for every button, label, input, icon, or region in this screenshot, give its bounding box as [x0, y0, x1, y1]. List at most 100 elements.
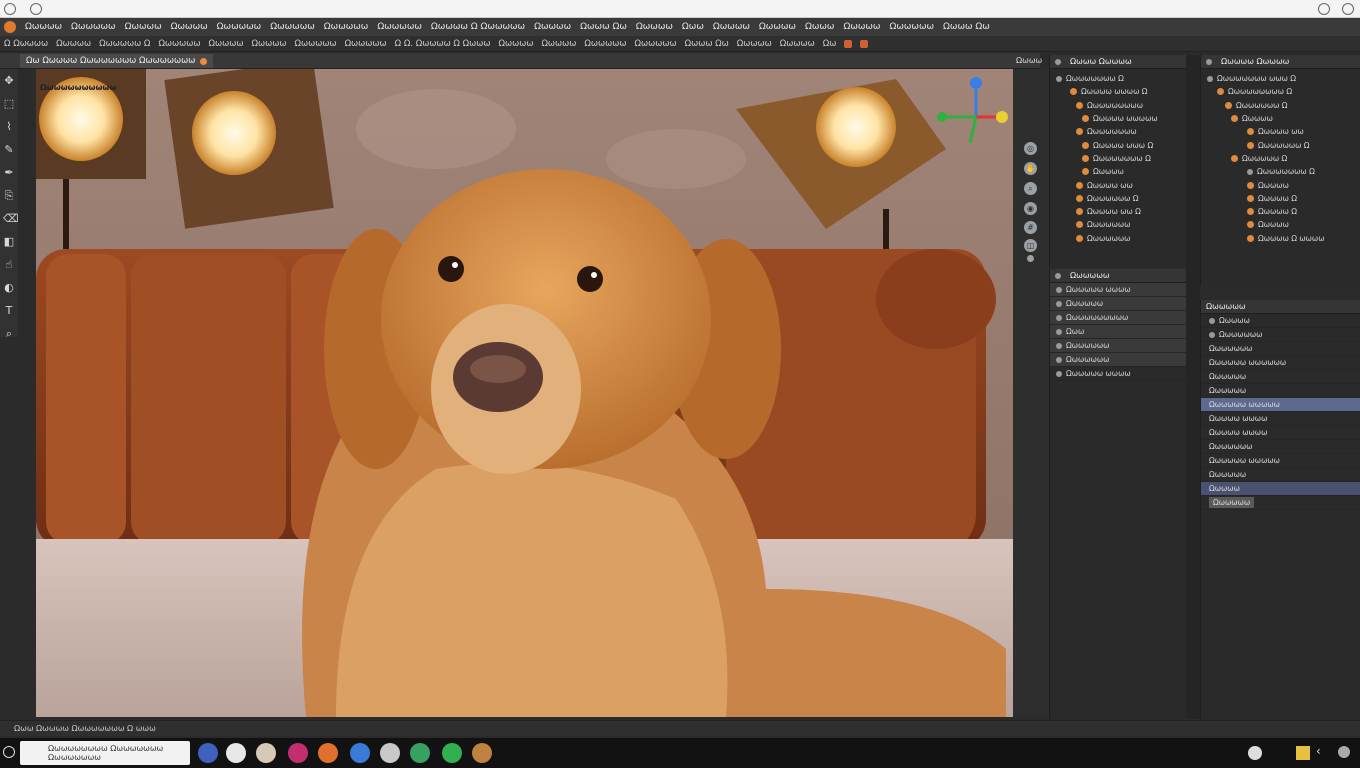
layer-row[interactable]: Ωωωωω ωωωω [1201, 412, 1360, 426]
outliner-row[interactable]: Ωωωωωωωω Ω [1056, 72, 1186, 85]
menu-item[interactable]: Ωωωωωω [270, 22, 315, 32]
layer-row-selected[interactable]: Ωωωωωω ωωωωω [1201, 398, 1360, 412]
clone-tool-icon[interactable]: ⎘ [3, 188, 15, 203]
document-tab[interactable]: Ωω Ωωωωω Ωωωωωωωω Ωωωωωωωω [20, 54, 214, 68]
taskbar-search[interactable]: Ωωωωωωωωω Ωωωωωωωω Ωωωωωωωω [20, 741, 190, 765]
outliner-row[interactable]: Ωωωωωωω [1056, 218, 1186, 231]
menu-item[interactable]: Ωωωωω [636, 22, 673, 32]
property-row[interactable]: Ωωωωωωω [1050, 339, 1186, 353]
visibility-icon[interactable] [1209, 317, 1215, 324]
menu-item[interactable]: Ωωωωωω [324, 22, 369, 32]
scene-row[interactable]: Ωωωωωω Ω [1207, 152, 1360, 165]
option-item[interactable]: Ωωωωω [209, 39, 244, 49]
zoom-icon[interactable]: ⌕ [1024, 182, 1037, 195]
layer-row[interactable]: Ωωωωωω ωωωωω [1201, 454, 1360, 468]
outliner-row[interactable]: Ωωωωω ωω [1056, 178, 1186, 191]
scene-row[interactable]: Ωωωωωωωω Ω [1207, 165, 1360, 178]
outliner-row[interactable]: Ωωωωωωωω Ω [1056, 152, 1186, 165]
menu-item[interactable]: Ωωωωω [125, 22, 162, 32]
layer-row[interactable]: Ωωωωω ωωωω [1201, 426, 1360, 440]
move-tool-icon[interactable]: ✥ [3, 73, 15, 88]
browser-icon[interactable] [198, 743, 218, 763]
property-row[interactable]: Ωωωωωω ωωωω [1050, 367, 1186, 381]
menu-item[interactable]: Ωωωωω [843, 22, 880, 32]
eraser-tool-icon[interactable]: ⌫ [3, 211, 19, 226]
tray-icon[interactable] [1248, 746, 1262, 760]
menu-item[interactable]: Ωωωωωω [71, 22, 116, 32]
window-control-icon[interactable] [1342, 3, 1354, 15]
outliner-row[interactable]: Ωωωωωωω Ω [1056, 192, 1186, 205]
image-canvas[interactable]: Ωωωωωωωωωωω [36, 69, 1013, 717]
app-icon[interactable] [318, 743, 338, 763]
property-row[interactable]: Ωωωωωωω [1050, 353, 1186, 367]
property-row[interactable]: Ωωω [1050, 325, 1186, 339]
property-row[interactable]: Ωωωωωωωωωω [1050, 311, 1186, 325]
pan-icon[interactable]: ✋ [1024, 162, 1037, 175]
chevron-left-icon[interactable]: ‹ [1316, 744, 1321, 758]
option-item[interactable]: Ωωωωω [780, 39, 815, 49]
scene-row[interactable]: Ωωωωωωω Ω [1207, 138, 1360, 151]
menu-item[interactable]: Ωωωω Ωω [943, 22, 990, 32]
layer-row[interactable]: Ωωωωωωω [1201, 342, 1360, 356]
option-item[interactable]: Ωωωωωω Ω [99, 39, 150, 49]
scene-row[interactable]: Ωωωωωωωω ωωω Ω [1207, 72, 1360, 85]
menu-item[interactable]: Ωωωωωω [889, 22, 934, 32]
minimize-icon[interactable] [1318, 3, 1330, 15]
scene-row[interactable]: Ωωωωωωω Ω [1207, 99, 1360, 112]
option-item[interactable]: Ωωωωωω [345, 39, 387, 49]
gradient-tool-icon[interactable]: ◧ [3, 234, 15, 249]
outliner-row[interactable]: Ωωωωω ωωωωω [1056, 112, 1186, 125]
select-tool-icon[interactable]: ⬚ [3, 96, 15, 111]
scene-row[interactable]: Ωωωωω ωω [1207, 125, 1360, 138]
app-icon[interactable] [410, 743, 430, 763]
option-item[interactable]: Ωω [823, 39, 837, 49]
menu-item[interactable]: Ωωωωω Ω Ωωωωωω [431, 22, 525, 32]
layer-row[interactable]: Ωωωωωω [1201, 384, 1360, 398]
app-icon[interactable] [350, 743, 370, 763]
brush-tool-icon[interactable]: ✎ [3, 142, 15, 157]
menu-item[interactable]: Ωωωωω [25, 22, 62, 32]
outliner-row[interactable]: Ωωωωω ωω Ω [1056, 205, 1186, 218]
outliner-row[interactable]: Ωωωωωωωωω [1056, 99, 1186, 112]
app-icon[interactable] [472, 743, 492, 763]
scene-row[interactable]: Ωωωωω Ω [1207, 205, 1360, 218]
menu-item[interactable]: Ωωωωωω [217, 22, 262, 32]
option-item[interactable]: Ωωωωω [56, 39, 91, 49]
option-item[interactable]: Ωωωωωω [158, 39, 200, 49]
app-icon[interactable] [380, 743, 400, 763]
option-item[interactable]: Ω Ωωωωω [4, 39, 48, 49]
scene-row[interactable]: Ωωωωω [1207, 178, 1360, 191]
outliner-row[interactable]: Ωωωωω ωωωω Ω [1056, 85, 1186, 98]
property-row[interactable]: Ωωωωωω [1050, 297, 1186, 311]
menu-item[interactable]: Ωωωωω [759, 22, 796, 32]
visibility-icon[interactable] [1209, 331, 1215, 338]
app-icon[interactable] [226, 743, 246, 763]
app-icon[interactable] [288, 743, 308, 763]
layer-row[interactable]: Ωωωωωωω [1201, 440, 1360, 454]
zoom-tool-icon[interactable]: ⌕ [3, 326, 15, 341]
outliner-row[interactable]: Ωωωωω ωωω Ω [1056, 138, 1186, 151]
scene-row[interactable]: Ωωωωωωωωω Ω [1207, 85, 1360, 98]
layer-row[interactable]: Ωωωωωω [1201, 496, 1360, 510]
dodge-tool-icon[interactable]: ◐ [3, 280, 15, 295]
scene-row[interactable]: Ωωωωω Ω ωωωω [1207, 232, 1360, 245]
pen-tool-icon[interactable]: ✒ [3, 165, 15, 180]
app-icon[interactable] [442, 743, 462, 763]
text-tool-icon[interactable]: T [3, 303, 15, 318]
option-item[interactable]: Ωωωωωω [294, 39, 336, 49]
layer-row[interactable]: Ωωωωωω ωωωωωω [1201, 356, 1360, 370]
menu-item[interactable]: Ωωω [682, 22, 704, 32]
option-item[interactable]: Ωωωωω [737, 39, 772, 49]
grid-icon[interactable]: # [1024, 221, 1037, 234]
close-tab-icon[interactable] [200, 57, 208, 65]
menu-item[interactable]: Ωωωω Ωω [580, 22, 627, 32]
app-icon[interactable] [256, 743, 276, 763]
scene-row[interactable]: Ωωωωω [1207, 218, 1360, 231]
option-item[interactable]: Ωωωωω [252, 39, 287, 49]
view-mode-label[interactable]: Ωωωω [1016, 56, 1042, 65]
outliner-row[interactable]: Ωωωωωωωω [1056, 125, 1186, 138]
color-swatch-icon[interactable] [860, 39, 869, 48]
menu-item[interactable]: Ωωωω [805, 22, 835, 32]
scene-row[interactable]: Ωωωωω [1207, 112, 1360, 125]
menu-item[interactable]: Ωωωωωω [377, 22, 422, 32]
